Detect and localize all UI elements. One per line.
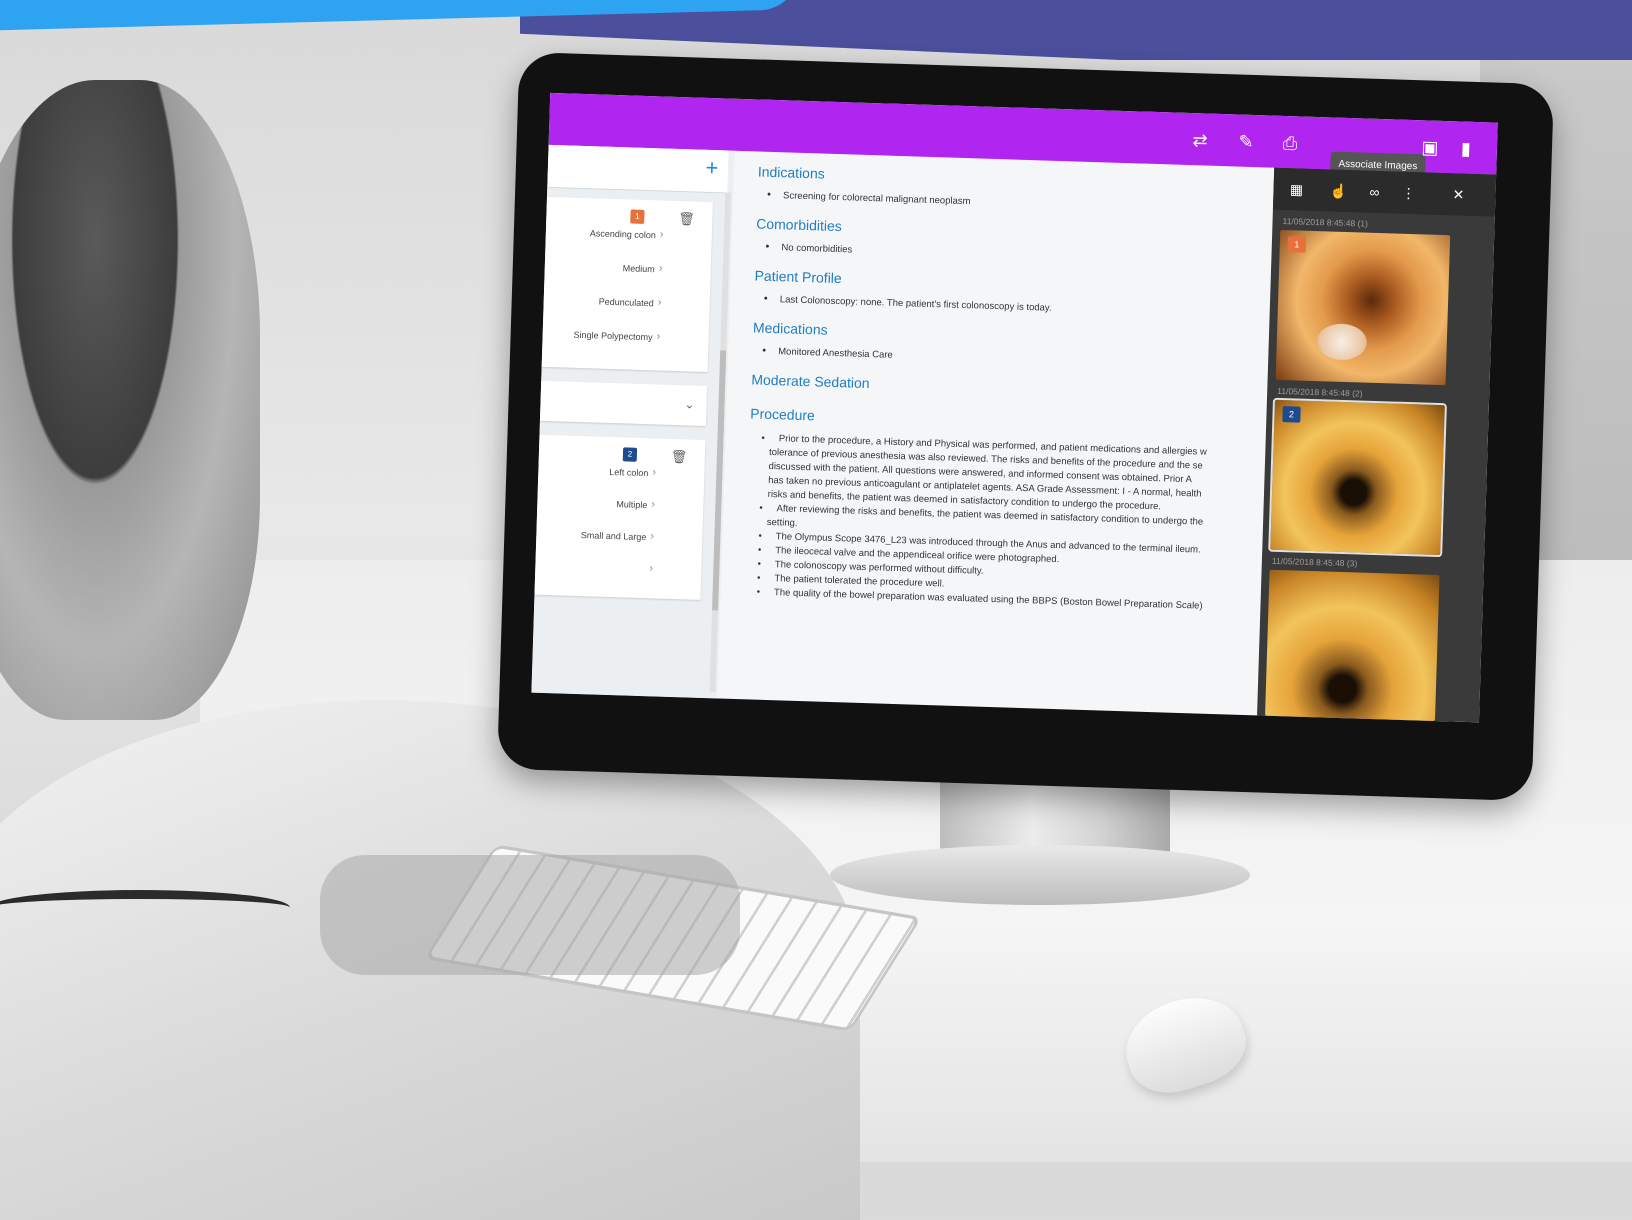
finding-card: 2 🗑 Left colon › Multiple › Small and La…: [534, 434, 706, 600]
chevron-right-icon[interactable]: ›: [651, 498, 655, 510]
grid-icon[interactable]: ▦: [1287, 180, 1306, 199]
chevron-right-icon[interactable]: ›: [656, 330, 660, 342]
chevron-down-icon[interactable]: ⌄: [684, 397, 694, 411]
edit-icon[interactable]: ✎: [1235, 130, 1258, 153]
image-viewer-panel: ▦ ☝ ∞ ⋮ ✕ 11/05/2018 8:45:48 (1) 1 11/05…: [1257, 167, 1497, 723]
findings-panel: + 1 🗑 Ascending colon › Medium › Peduncu…: [531, 144, 735, 699]
chevron-right-icon[interactable]: ›: [659, 262, 663, 274]
bookmark-icon[interactable]: ▮: [1455, 137, 1478, 160]
finding-collapse-row[interactable]: ⌄: [539, 380, 708, 426]
stethoscope: [0, 890, 290, 925]
image-number-badge: 2: [1282, 406, 1301, 423]
finding-morphology[interactable]: Pedunculated: [544, 295, 654, 309]
print-icon[interactable]: ⎙: [1279, 132, 1302, 155]
finding-size[interactable]: Small and Large: [536, 529, 647, 542]
finding-location[interactable]: Left colon: [538, 465, 648, 478]
finding-intervention[interactable]: Single Polypectomy: [543, 329, 652, 342]
compare-arrows-icon[interactable]: ⇄: [1189, 129, 1212, 152]
endoscopy-image-2[interactable]: 2: [1268, 397, 1447, 558]
procedure-report: Indications Screening for colorectal mal…: [731, 151, 1288, 716]
viewer-toolbar: ▦ ☝ ∞ ⋮ ✕: [1272, 167, 1497, 217]
section-title-indications: Indications: [757, 163, 826, 182]
findings-header: +: [547, 144, 729, 194]
chevron-right-icon[interactable]: ›: [658, 296, 662, 308]
section-title-patient-profile: Patient Profile: [754, 267, 842, 287]
section-title-medications: Medications: [752, 319, 828, 338]
doctor-head: [0, 80, 260, 720]
finding-number-badge: 2: [622, 447, 638, 462]
finding-intervention[interactable]: [536, 561, 646, 564]
image-timestamp: 11/05/2018 8:45:48 (3): [1271, 555, 1358, 569]
finding-count[interactable]: Multiple: [537, 497, 647, 510]
chevron-right-icon[interactable]: ›: [650, 530, 654, 542]
report-bullet: Monitored Anesthesia Care: [778, 346, 893, 361]
doctor-hands: [320, 855, 740, 975]
monitor-stand-base: [830, 845, 1250, 905]
endoscopy-image-3[interactable]: [1265, 569, 1440, 722]
procedure-text: • Prior to the procedure, a History and P…: [756, 432, 1288, 616]
endoscopy-image-1[interactable]: 1: [1275, 229, 1451, 386]
finding-size[interactable]: Medium: [545, 261, 655, 274]
finding-card: 1 🗑 Ascending colon › Medium › Peduncula…: [541, 196, 713, 372]
more-vert-icon[interactable]: ⋮: [1399, 184, 1418, 203]
app-screen: ⇄ ✎ ⎙ Associate Images ▣ ▮ + 1 🗑 Ascendi…: [531, 92, 1498, 723]
close-icon[interactable]: ✕: [1449, 185, 1468, 204]
link-icon[interactable]: ∞: [1365, 183, 1384, 202]
image-timestamp: 11/05/2018 8:45:48 (1): [1282, 215, 1369, 229]
section-title-procedure: Procedure: [750, 405, 816, 424]
finding-number-badge: 1: [630, 209, 645, 224]
chevron-right-icon[interactable]: ›: [649, 562, 653, 574]
delete-finding-icon[interactable]: 🗑: [678, 211, 695, 227]
monitor: ⇄ ✎ ⎙ Associate Images ▣ ▮ + 1 🗑 Ascendi…: [496, 51, 1555, 802]
section-title-moderate-sedation: Moderate Sedation: [751, 371, 870, 392]
image-number-badge: 1: [1287, 236, 1307, 253]
report-bullet: Last Colonoscopy: none. The patient's fi…: [780, 294, 1052, 314]
header-decoration: [0, 0, 1632, 60]
findings-scroll-thumb[interactable]: [712, 350, 727, 611]
report-bullet: No comorbidities: [781, 242, 852, 255]
delete-finding-icon[interactable]: 🗑: [671, 449, 688, 465]
cursor-hand-icon[interactable]: ☝: [1329, 181, 1348, 200]
report-bullet: Screening for colorectal malignant neopl…: [783, 190, 971, 207]
add-finding-button[interactable]: +: [700, 155, 725, 181]
chevron-right-icon[interactable]: ›: [652, 466, 656, 478]
chevron-right-icon[interactable]: ›: [660, 228, 664, 240]
finding-location[interactable]: Ascending colon: [546, 227, 656, 240]
images-icon[interactable]: ▣: [1419, 136, 1442, 159]
image-timestamp: 11/05/2018 8:45:48 (2): [1277, 385, 1363, 399]
section-title-comorbidities: Comorbidities: [755, 215, 843, 235]
